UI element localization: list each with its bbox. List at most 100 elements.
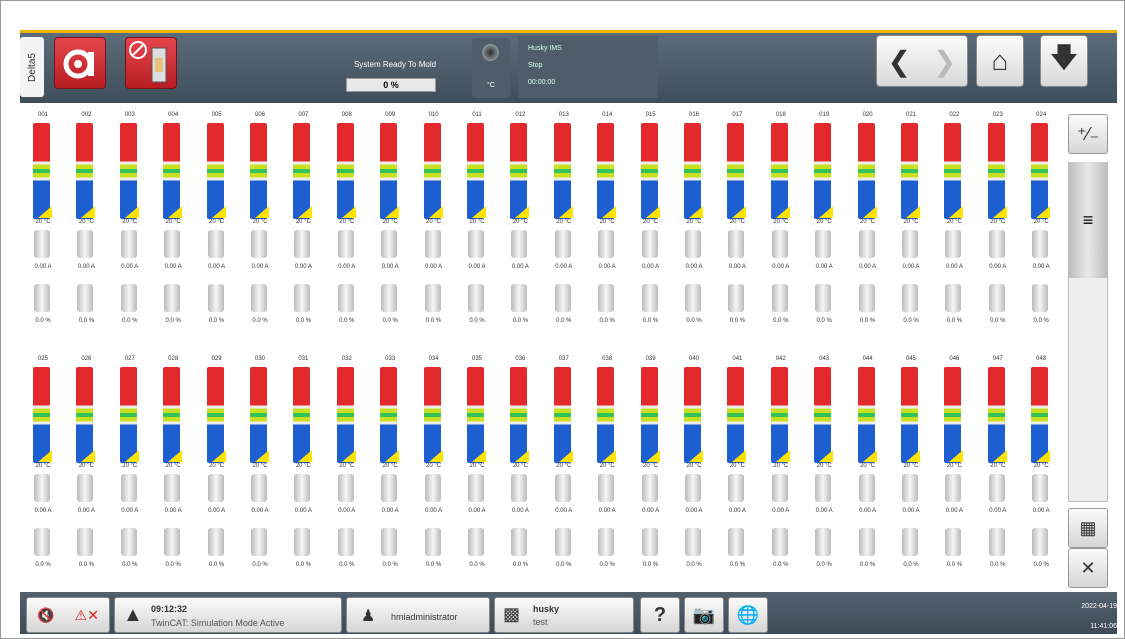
power-switch[interactable] [251,284,267,312]
temperature-bar[interactable] [510,367,528,463]
temperature-bar[interactable] [250,123,267,219]
power-switch[interactable] [381,528,398,556]
zone-008[interactable]: 008 20 °C 0.00 A 0.0 % [326,106,368,346]
current-switch[interactable] [685,474,701,502]
zone-028[interactable]: 028 20 °C 0.00 A 0.0 % [152,350,194,590]
current-switch[interactable] [554,474,571,502]
temperature-bar[interactable] [901,367,918,463]
power-switch[interactable] [34,284,50,312]
power-switch[interactable] [511,284,528,312]
side-tab[interactable]: Delta5 [20,37,44,97]
temperature-bar[interactable] [423,367,441,463]
temperature-bar[interactable] [206,123,224,219]
current-switch[interactable] [641,474,658,502]
zone-025[interactable]: 025 20 °C 0.00 A 0.0 % [22,350,64,590]
temperature-bar[interactable] [250,367,267,463]
temperature-bar[interactable] [640,123,658,219]
current-switch[interactable] [207,230,224,258]
help-button[interactable]: ? [640,597,680,633]
temperature-bar[interactable] [293,367,311,463]
current-switch[interactable] [251,230,267,258]
temperature-bar[interactable] [293,123,311,219]
current-switch[interactable] [945,230,962,258]
current-switch[interactable] [468,230,484,258]
zone-032[interactable]: 032 20 °C 0.00 A 0.0 % [326,350,368,590]
alarm-reset-icon[interactable]: ⚠✕ [75,607,99,624]
zone-006[interactable]: 006 20 °C 0.00 A 0.0 % [239,106,281,346]
power-switch[interactable] [468,284,484,312]
zone-033[interactable]: 033 20 °C 0.00 A 0.0 % [369,350,411,590]
temperature-bar[interactable] [380,123,398,219]
temperature-bar[interactable] [814,123,832,219]
zone-015[interactable]: 015 20 °C 0.00 A 0.0 % [630,106,672,346]
power-switch[interactable] [815,528,832,556]
zone-039[interactable]: 039 20 °C 0.00 A 0.0 % [630,350,672,590]
plus-minus-button[interactable]: ⁺⁄₋ [1068,114,1108,154]
zone-041[interactable]: 041 20 °C 0.00 A 0.0 % [716,350,758,590]
power-switch[interactable] [685,284,701,312]
zone-014[interactable]: 014 20 °C 0.00 A 0.0 % [586,106,628,346]
current-switch[interactable] [598,474,615,502]
power-switch[interactable] [424,284,441,312]
temperature-bar[interactable] [423,123,441,219]
temperature-bar[interactable] [857,123,875,219]
temperature-bar[interactable] [336,123,354,219]
current-switch[interactable] [381,474,398,502]
current-switch[interactable] [120,230,137,258]
current-switch[interactable] [771,474,788,502]
current-switch[interactable] [511,474,528,502]
power-switch[interactable] [337,284,354,312]
zone-027[interactable]: 027 20 °C 0.00 A 0.0 % [109,350,151,590]
power-switch[interactable] [164,284,181,312]
temperature-bar[interactable] [336,367,354,463]
temperature-bar[interactable] [119,367,137,463]
power-switch[interactable] [641,528,658,556]
temperature-bar[interactable] [76,123,94,219]
power-switch[interactable] [120,284,137,312]
chevron-left-icon[interactable]: ❮ [888,45,911,78]
current-switch[interactable] [77,474,94,502]
power-switch[interactable] [207,528,224,556]
current-switch[interactable] [337,230,354,258]
zone-034[interactable]: 034 20 °C 0.00 A 0.0 % [413,350,455,590]
scrollbar-thumb[interactable]: ≡ [1068,162,1108,278]
download-button[interactable]: 🡇 [1040,35,1088,87]
zone-007[interactable]: 007 20 °C 0.00 A 0.0 % [282,106,324,346]
temperature-bar[interactable] [814,367,832,463]
temperature-bar[interactable] [684,123,701,219]
recipe-button[interactable]: ▩ husky test [494,597,634,633]
power-switch[interactable] [598,284,615,312]
power-switch[interactable] [728,284,745,312]
current-switch[interactable] [468,474,484,502]
current-switch[interactable] [207,474,224,502]
zone-042[interactable]: 042 20 °C 0.00 A 0.0 % [760,350,802,590]
current-switch[interactable] [815,474,832,502]
zone-036[interactable]: 036 20 °C 0.00 A 0.0 % [499,350,541,590]
zone-023[interactable]: 023 20 °C 0.00 A 0.0 % [977,106,1019,346]
zone-037[interactable]: 037 20 °C 0.00 A 0.0 % [543,350,585,590]
zone-022[interactable]: 022 20 °C 0.00 A 0.0 % [933,106,975,346]
temperature-bar[interactable] [987,123,1005,219]
current-switch[interactable] [424,474,441,502]
current-switch[interactable] [988,230,1005,258]
current-switch[interactable] [424,230,441,258]
zone-004[interactable]: 004 20 °C 0.00 A 0.0 % [152,106,194,346]
current-switch[interactable] [1032,230,1049,258]
zone-031[interactable]: 031 20 °C 0.00 A 0.0 % [282,350,324,590]
current-switch[interactable] [728,230,745,258]
zone-029[interactable]: 029 20 °C 0.00 A 0.0 % [196,350,238,590]
zone-035[interactable]: 035 20 °C 0.00 A 0.0 % [456,350,498,590]
zone-046[interactable]: 046 20 °C 0.00 A 0.0 % [933,350,975,590]
current-switch[interactable] [34,474,50,502]
mold-status-button[interactable] [54,37,106,89]
temperature-bar[interactable] [510,123,528,219]
temperature-bar[interactable] [206,367,224,463]
zone-012[interactable]: 012 20 °C 0.00 A 0.0 % [499,106,541,346]
alarm-banner[interactable]: ▲ 09:12:32 TwinCAT: Simulation Mode Acti… [114,597,342,633]
zone-017[interactable]: 017 20 °C 0.00 A 0.0 % [716,106,758,346]
power-switch[interactable] [120,528,137,556]
current-switch[interactable] [294,230,311,258]
mute-icon[interactable]: 🔇 [37,607,54,624]
temperature-bar[interactable] [1031,367,1049,463]
temperature-bar[interactable] [640,367,658,463]
